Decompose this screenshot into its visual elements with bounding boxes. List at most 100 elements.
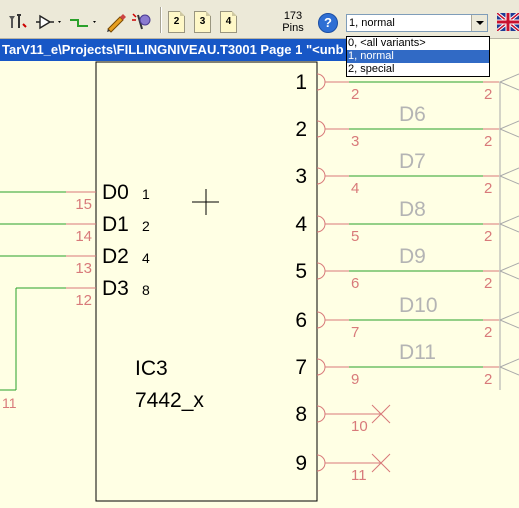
- right-pin[interactable]: 4 5 2 D8: [295, 198, 519, 245]
- pin-number: 6: [295, 309, 307, 332]
- uk-flag-icon[interactable]: [497, 13, 519, 31]
- pin-name: D1: [102, 213, 129, 236]
- diode-symbol: [498, 262, 519, 280]
- document-title: TarV11_e\Projects\FILLINGNIVEAU.T3001 Pa…: [2, 42, 344, 57]
- pencil-icon: [107, 14, 126, 33]
- component-label: D7: [399, 150, 426, 173]
- inversion-bubble: [316, 454, 326, 472]
- right-pin[interactable]: 5 6 2 D9: [295, 245, 519, 292]
- document-title-bar: TarV11_e\Projects\FILLINGNIVEAU.T3001 Pa…: [0, 39, 352, 61]
- net-number: 3: [351, 133, 359, 150]
- help-icon[interactable]: ?: [318, 13, 338, 33]
- right-pin[interactable]: 2 3 2 D6: [295, 103, 519, 150]
- pin-name: D3: [102, 277, 129, 300]
- right-pin[interactable]: 7 9 2 D11: [295, 341, 519, 388]
- left-pins: 15 D0 1 14 D1 2 13 D2 4 12 D3 8: [66, 181, 150, 309]
- variant-select[interactable]: 1, normal: [346, 14, 488, 32]
- page-3-button[interactable]: 3: [194, 11, 211, 33]
- variant-option[interactable]: 1, normal: [347, 50, 489, 63]
- pin-number: 7: [295, 356, 307, 379]
- variant-option[interactable]: 2, special: [347, 63, 489, 76]
- variant-dropdown-list: 0, <all variants> 1, normal 2, special: [346, 36, 490, 77]
- net-number: 7: [351, 324, 359, 341]
- right-pin[interactable]: 6 7 2 D10: [295, 294, 519, 341]
- pin-number: 3: [295, 165, 307, 188]
- inversion-bubble: [316, 167, 326, 185]
- pencil-button[interactable]: [104, 11, 126, 33]
- left-pin[interactable]: 13 D2 4: [66, 245, 150, 277]
- crosshair-cursor: [192, 189, 219, 215]
- pin-name: D2: [102, 245, 129, 268]
- inversion-bubble: [316, 73, 326, 91]
- magic-button[interactable]: [130, 11, 154, 33]
- right-pin[interactable]: 3 4 2 D7: [295, 150, 519, 197]
- net-number-right: 2: [484, 324, 492, 341]
- diode-symbol: [498, 358, 519, 376]
- net-number-right: 2: [484, 133, 492, 150]
- net-number: 9: [351, 371, 359, 388]
- page-4-button[interactable]: 4: [220, 11, 237, 33]
- diode-symbol: [498, 73, 519, 91]
- pin-count-value: 173: [283, 10, 303, 22]
- ic-body: [95, 61, 318, 502]
- tools-button[interactable]: [6, 12, 28, 32]
- pin-number: 2: [142, 218, 150, 234]
- pin-number: 1: [142, 186, 150, 202]
- net-number-right: 2: [484, 180, 492, 197]
- left-wires: [0, 191, 66, 391]
- inversion-bubble: [316, 120, 326, 138]
- wire-button[interactable]: [68, 13, 100, 31]
- variant-select-value: 1, normal: [349, 17, 395, 29]
- left-pin[interactable]: 14 D1 2: [66, 213, 150, 245]
- inversion-bubble: [316, 311, 326, 329]
- diode-symbol: [498, 215, 519, 233]
- right-pins: 1 2 2 2 3 2 D6 3 4 2 D7 4 5 2 D8 5 6 2 D9 6 7 2 D10 7 9 2 D11 8 10 9 1…: [295, 71, 519, 484]
- pin-number: 8: [295, 403, 307, 426]
- net-number: 5: [351, 228, 359, 245]
- pin-count: 173 Pins: [276, 10, 310, 34]
- page-2-button[interactable]: 2: [168, 11, 185, 33]
- gate-symbol-button[interactable]: [34, 13, 64, 31]
- pin-count-label: Pins: [282, 22, 304, 34]
- diode-symbol: [498, 311, 519, 329]
- net-number-right: 2: [484, 371, 492, 388]
- left-pin[interactable]: 12 D3 8: [66, 277, 150, 309]
- inversion-bubble: [316, 405, 326, 423]
- tools-icon: [9, 14, 27, 28]
- pin-number: 2: [295, 118, 307, 141]
- net-number: 2: [351, 86, 359, 103]
- diode-symbol: [498, 120, 519, 138]
- magic-icon: [132, 13, 151, 30]
- pin-number: 1: [295, 71, 307, 94]
- wire-label: 11: [2, 395, 17, 411]
- component-label: D10: [399, 294, 438, 317]
- inversion-bubble: [316, 215, 326, 233]
- right-pin[interactable]: 9 11: [295, 452, 391, 484]
- toolbar-separator: [160, 7, 162, 33]
- ic-part: 7442_x: [135, 389, 204, 412]
- net-number: 4: [351, 180, 359, 197]
- net-number: 14: [75, 228, 92, 245]
- net-number: 11: [351, 467, 367, 484]
- pin-name: D0: [102, 181, 129, 204]
- component-label: D8: [399, 198, 426, 221]
- pin-number: 5: [295, 260, 307, 283]
- inversion-bubble: [316, 262, 326, 280]
- net-number: 12: [75, 292, 92, 309]
- component-label: D9: [399, 245, 426, 268]
- left-pin[interactable]: 15 D0 1: [66, 181, 150, 213]
- net-number: 6: [351, 275, 359, 292]
- gate-icon: [36, 14, 61, 30]
- inversion-bubble: [316, 358, 326, 376]
- pin-number: 9: [295, 452, 307, 475]
- component-label: D11: [399, 341, 436, 364]
- pin-number: 4: [142, 250, 150, 266]
- chevron-down-icon[interactable]: [471, 15, 487, 31]
- net-number: 15: [75, 196, 92, 213]
- wire-icon: [70, 19, 96, 27]
- net-number: 10: [351, 418, 368, 435]
- right-pin[interactable]: 8 10: [295, 403, 391, 435]
- variant-option[interactable]: 0, <all variants>: [347, 37, 489, 50]
- net-number: 13: [75, 260, 92, 277]
- diode-symbol: [498, 167, 519, 185]
